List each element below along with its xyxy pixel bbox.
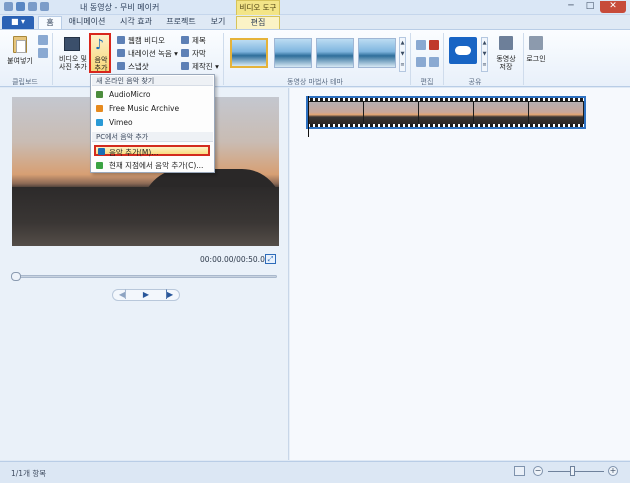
clipboard-group-label: 클립보드 [12, 78, 38, 86]
rotate-right-icon[interactable] [416, 57, 426, 67]
quick-access-toolbar[interactable] [4, 2, 49, 11]
zoom-slider-thumb[interactable] [570, 466, 575, 476]
tab-home[interactable]: 홈 [38, 16, 62, 29]
seek-bar[interactable] [13, 275, 277, 278]
seek-thumb[interactable] [11, 272, 21, 281]
music-note-icon [98, 148, 105, 155]
menu-item-audiomicro[interactable]: AudioMicro [92, 89, 213, 100]
ribbon-tabs: ■ ▾ 홈 애니메이션 시각 효과 프로젝트 보기 편집 [0, 15, 630, 29]
video-tools-context-header: 비디오 도구 [236, 0, 280, 15]
select-all-icon[interactable] [429, 57, 439, 67]
redo-icon[interactable] [40, 2, 49, 11]
menu-item-vimeo[interactable]: Vimeo [92, 117, 213, 128]
online-music-header: 새 온라인 음악 찾기 [92, 76, 213, 86]
microphone-icon [117, 49, 125, 57]
playhead-marker[interactable] [308, 96, 309, 137]
separator [443, 33, 444, 85]
fma-icon [96, 105, 103, 112]
theme-thumbnail-1[interactable] [230, 38, 268, 68]
record-narration-button[interactable]: 내레이션 녹음 ▾ [117, 49, 178, 58]
caption-icon [181, 49, 189, 57]
audiomicro-icon [96, 91, 103, 98]
add-music-dropdown: 새 온라인 음악 찾기 AudioMicro Free Music Archiv… [90, 74, 215, 173]
credits-button[interactable]: 제작진 ▾ [181, 62, 219, 71]
webcam-icon [117, 36, 125, 44]
credits-icon [181, 62, 189, 70]
snapshot-button[interactable]: 스냅샷 [117, 62, 149, 71]
theme-thumbnail-2[interactable] [274, 38, 312, 68]
music-note-icon: ♪ [95, 37, 104, 53]
tab-animations[interactable]: 애니메이션 [66, 16, 108, 29]
rotate-left-icon[interactable] [416, 40, 426, 50]
timecode: 00:00.00/00:50.00 [200, 255, 270, 264]
next-frame-icon[interactable]: ▕▶ [161, 290, 173, 300]
clip-frame [419, 102, 473, 125]
status-bar: 1/1개 항목 − + [0, 461, 630, 483]
clip-frame [309, 102, 363, 125]
theme-thumbnail-3[interactable] [316, 38, 354, 68]
editing-group-label: 편집 [420, 78, 434, 86]
tab-view[interactable]: 보기 [206, 16, 230, 29]
storyboard-pane [290, 88, 630, 460]
caption-button[interactable]: 자막 [181, 49, 206, 58]
clip-frame [364, 102, 418, 125]
zoom-in-icon[interactable]: + [608, 466, 618, 476]
save-movie-button[interactable]: 동영상 저장 [491, 55, 521, 71]
file-menu-button[interactable]: ■ ▾ [2, 16, 34, 29]
title-bar: 내 동영상 - 무비 메이커 비디오 도구 ─ □ ✕ [0, 0, 630, 15]
remove-icon[interactable] [429, 40, 439, 50]
save-icon[interactable] [16, 2, 25, 11]
onedrive-share-icon[interactable] [449, 37, 477, 64]
app-menu-icon[interactable] [4, 2, 13, 11]
music-at-point-icon [96, 162, 103, 169]
zoom-slider-track[interactable] [548, 471, 604, 472]
clip-frame [529, 102, 583, 125]
themes-group-label: 동영상 마법사 테마 [287, 78, 343, 86]
paste-button[interactable]: 붙여넣기 [4, 57, 36, 65]
zoom-out-icon[interactable]: − [533, 466, 543, 476]
play-icon[interactable]: ▶ [143, 290, 149, 300]
item-count: 1/1개 항목 [11, 469, 47, 478]
previous-frame-icon[interactable]: ◀▏ [119, 290, 131, 300]
theme-thumbnail-4[interactable] [358, 38, 396, 68]
vimeo-icon [96, 119, 103, 126]
menu-item-add-music[interactable]: 음악 추가(M)... [94, 145, 210, 157]
user-icon[interactable] [529, 36, 543, 50]
fullscreen-icon[interactable]: ⤢ [265, 254, 276, 264]
pc-music-header: PC에서 음악 추가 [92, 132, 213, 142]
title-button[interactable]: 제목 [181, 36, 206, 45]
undo-icon[interactable] [28, 2, 37, 11]
window-title: 내 동영상 - 무비 메이커 [80, 3, 160, 12]
storyboard-view-icon[interactable] [514, 466, 525, 476]
playback-controls: ◀▏ ▶ ▕▶ [112, 289, 180, 301]
menu-item-free-music-archive[interactable]: Free Music Archive [92, 103, 213, 114]
sign-in-button[interactable]: 로그인 [524, 55, 548, 63]
theme-gallery-scroll[interactable]: ▲ ▼ ≡ [399, 37, 406, 72]
snapshot-icon [117, 62, 125, 70]
paste-icon[interactable] [13, 36, 27, 53]
video-clip[interactable] [306, 96, 586, 129]
add-music-button[interactable]: ♪ 음악 추가 [89, 33, 111, 73]
tab-visual-effects[interactable]: 시각 효과 [116, 16, 156, 29]
add-video-photo-button[interactable]: 비디오 및 사진 추가 [55, 55, 91, 71]
separator [223, 33, 224, 85]
cut-icon[interactable] [38, 35, 48, 45]
title-icon [181, 36, 189, 44]
minimize-button[interactable]: ─ [562, 1, 580, 13]
tab-edit[interactable]: 편집 [236, 16, 280, 29]
share-gallery-scroll[interactable]: ▲ ▼ ≡ [481, 37, 488, 72]
tab-project[interactable]: 프로젝트 [162, 16, 200, 29]
close-button[interactable]: ✕ [600, 1, 626, 13]
clip-frame [474, 102, 528, 125]
copy-icon[interactable] [38, 48, 48, 58]
maximize-button[interactable]: □ [581, 1, 599, 13]
share-group-label: 공유 [468, 78, 482, 86]
save-movie-icon[interactable] [499, 36, 513, 50]
menu-item-add-music-at-current-point[interactable]: 현재 지점에서 음악 추가(C)... [92, 160, 213, 171]
add-video-photo-icon[interactable] [64, 37, 80, 51]
webcam-video-button[interactable]: 웹캠 비디오 [117, 36, 165, 45]
add-music-label: 음악 추가 [94, 56, 108, 72]
separator [52, 33, 53, 85]
separator [410, 33, 411, 85]
